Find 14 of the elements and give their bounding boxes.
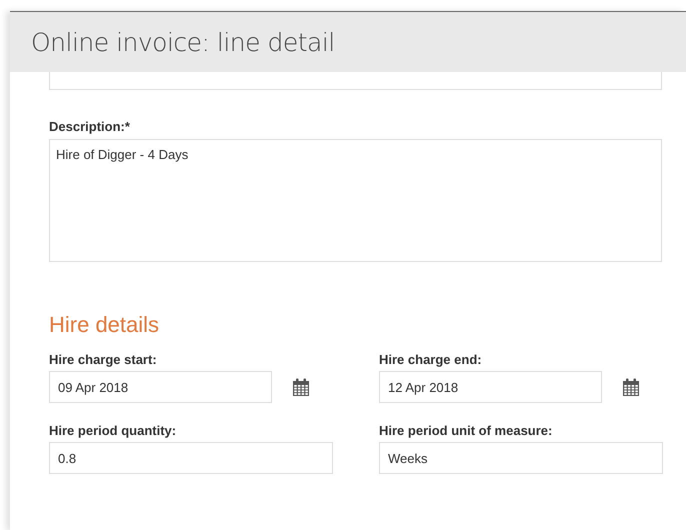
input-field[interactable]: Weeks (379, 442, 663, 474)
field-label: Hire charge end: (379, 352, 483, 367)
date-field[interactable]: 12 Apr 2018 (379, 371, 602, 403)
field-label: Hire period quantity: (49, 423, 178, 438)
input-field[interactable]: 0.8 (49, 442, 333, 474)
date-field[interactable]: 09 Apr 2018 (49, 371, 272, 403)
window-title: Online invoice: line detail (31, 28, 335, 56)
section-heading: Hire details (49, 312, 160, 338)
description-field[interactable]: Hire of Digger - 4 Days (49, 139, 662, 262)
calendar-icon[interactable] (622, 378, 640, 396)
field-label: Hire charge start: (49, 352, 158, 367)
field-label: Hire period unit of measure: (379, 423, 554, 438)
field-label: Description:* (49, 119, 131, 134)
calendar-icon[interactable] (292, 378, 310, 396)
